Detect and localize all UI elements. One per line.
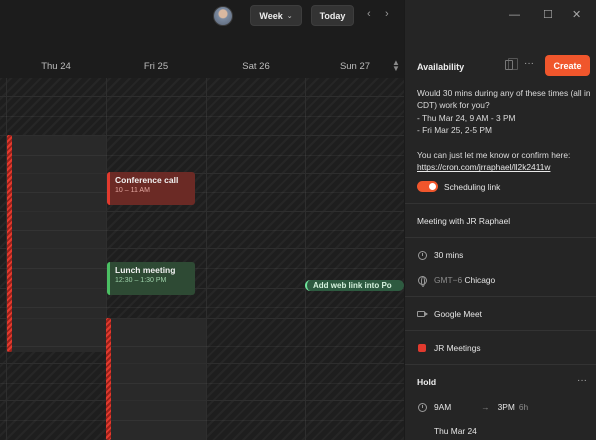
half-hour-line [0, 230, 404, 231]
calendar-week-view: Week ⌄ Today ‹ › Thu 24 Fri 25 Sat 26 Su… [0, 0, 404, 440]
day-header-sat: Sat 26 [242, 61, 270, 72]
scheduling-link-label: Scheduling link [444, 181, 501, 192]
hold-date[interactable]: Thu Mar 24 [434, 426, 477, 436]
view-select-button[interactable]: Week ⌄ [250, 5, 302, 26]
half-hour-line [0, 155, 404, 156]
duration-row[interactable]: 30 mins [417, 250, 463, 260]
time-grid[interactable]: Conference call 10 – 11 AM Lunch meeting… [0, 78, 404, 440]
divider [405, 364, 596, 365]
conferencing-value: Google Meet [434, 309, 482, 319]
hold-more-options-icon[interactable]: ··· [577, 375, 587, 386]
chevron-down-icon: ⌄ [286, 12, 293, 20]
event-conference-call[interactable]: Conference call 10 – 11 AM [107, 172, 195, 205]
web-link-event-pill[interactable]: Add web link into Po [305, 280, 404, 291]
hour-line [0, 135, 404, 136]
timezone-city: Chicago [464, 275, 496, 285]
hold-stripe-thu[interactable] [7, 135, 12, 352]
half-hour-line [0, 268, 404, 269]
scheduling-link-toggle[interactable] [417, 181, 438, 192]
hold-time-row[interactable]: 9AM → 3PM 6h [417, 402, 528, 412]
event-title: Lunch meeting [115, 265, 176, 275]
hour-line [0, 96, 404, 97]
meeting-title: Meeting with JR Raphael [417, 216, 511, 226]
availability-message[interactable]: Would 30 mins during any of these times … [417, 87, 592, 174]
avatar[interactable] [213, 6, 233, 26]
more-options-icon[interactable]: ··· [524, 58, 534, 69]
conferencing-row[interactable]: Google Meet [417, 309, 482, 319]
availability-heading: Availability [417, 62, 465, 72]
today-button[interactable]: Today [311, 5, 354, 26]
create-button[interactable]: Create [545, 55, 590, 76]
day-divider [305, 78, 306, 440]
half-hour-line [0, 383, 404, 384]
hour-line [0, 173, 404, 174]
available-block-thu [6, 135, 106, 352]
scheduling-link-row: Scheduling link [417, 181, 500, 192]
calendar-name: JR Meetings [434, 343, 481, 353]
message-slot-1: - Thu Mar 24, 9 AM - 3 PM [417, 112, 516, 123]
day-header-fri: Fri 25 [143, 61, 169, 72]
duration-value: 30 mins [434, 250, 464, 260]
half-hour-line [0, 346, 404, 347]
meeting-title-field[interactable]: Meeting with JR Raphael [417, 216, 510, 226]
calendar-select-row[interactable]: JR Meetings [417, 343, 481, 353]
hour-line [0, 400, 404, 401]
timezone-row[interactable]: GMT−6 Chicago [417, 275, 496, 287]
chevron-right-icon[interactable]: › [385, 8, 389, 20]
event-time: 12:30 – 1:30 PM [115, 277, 167, 284]
hold-duration: 6h [518, 402, 529, 412]
copy-icon[interactable] [505, 58, 518, 70]
hour-line [0, 211, 404, 212]
scheduling-url-link[interactable]: https://cron.com/jrraphael/ll2k2411w [417, 161, 592, 173]
half-hour-line [0, 192, 404, 193]
event-lunch-meeting[interactable]: Lunch meeting 12:30 – 1:30 PM [107, 262, 195, 295]
half-hour-line [0, 307, 404, 308]
hold-stripe-fri[interactable] [106, 318, 111, 440]
clock-icon [417, 402, 427, 412]
calendar-color-icon [418, 344, 426, 352]
day-header-thu: Thu 24 [41, 61, 71, 72]
message-intro: Would 30 mins during any of these times … [417, 88, 591, 111]
sort-arrows-icon[interactable]: ▲ ▼ [392, 59, 400, 73]
divider [405, 296, 596, 297]
event-details-panel: — ☐ ✕ Availability ··· Create Would 30 m… [404, 0, 596, 440]
day-header-sun: Sun 27 [339, 61, 371, 72]
globe-icon [417, 275, 427, 287]
clock-icon [417, 250, 427, 260]
hold-heading: Hold [417, 377, 437, 387]
message-slot-2: - Fri Mar 25, 2-5 PM [417, 125, 492, 136]
minimize-icon[interactable]: — [509, 9, 520, 21]
view-select-label: Week [259, 10, 283, 21]
day-header-row: Thu 24 Fri 25 Sat 26 Sun 27 ▲ ▼ [0, 54, 404, 78]
hour-line [0, 248, 404, 249]
half-hour-line [0, 116, 404, 117]
chevron-left-icon[interactable]: ‹ [367, 8, 371, 20]
calendar-toolbar: Week ⌄ Today ‹ › [0, 0, 404, 32]
close-icon[interactable]: ✕ [572, 8, 581, 21]
hold-start-time[interactable]: 9AM [434, 402, 451, 412]
timezone-offset: GMT−6 [434, 275, 463, 285]
hold-end-time[interactable]: 3PM [498, 402, 515, 412]
hour-line [0, 318, 404, 319]
divider [405, 237, 596, 238]
available-block-fri [106, 318, 206, 440]
event-time: 10 – 11 AM [115, 187, 150, 194]
arrow-right-icon: → [481, 402, 490, 412]
maximize-icon[interactable]: ☐ [543, 8, 553, 21]
divider [405, 203, 596, 204]
message-confirm: You can just let me know or confirm here… [417, 150, 571, 161]
day-divider [206, 78, 207, 440]
half-hour-line [0, 420, 404, 421]
event-title: Conference call [115, 175, 179, 185]
hour-line [0, 363, 404, 364]
video-camera-icon [417, 311, 428, 317]
divider [405, 330, 596, 331]
